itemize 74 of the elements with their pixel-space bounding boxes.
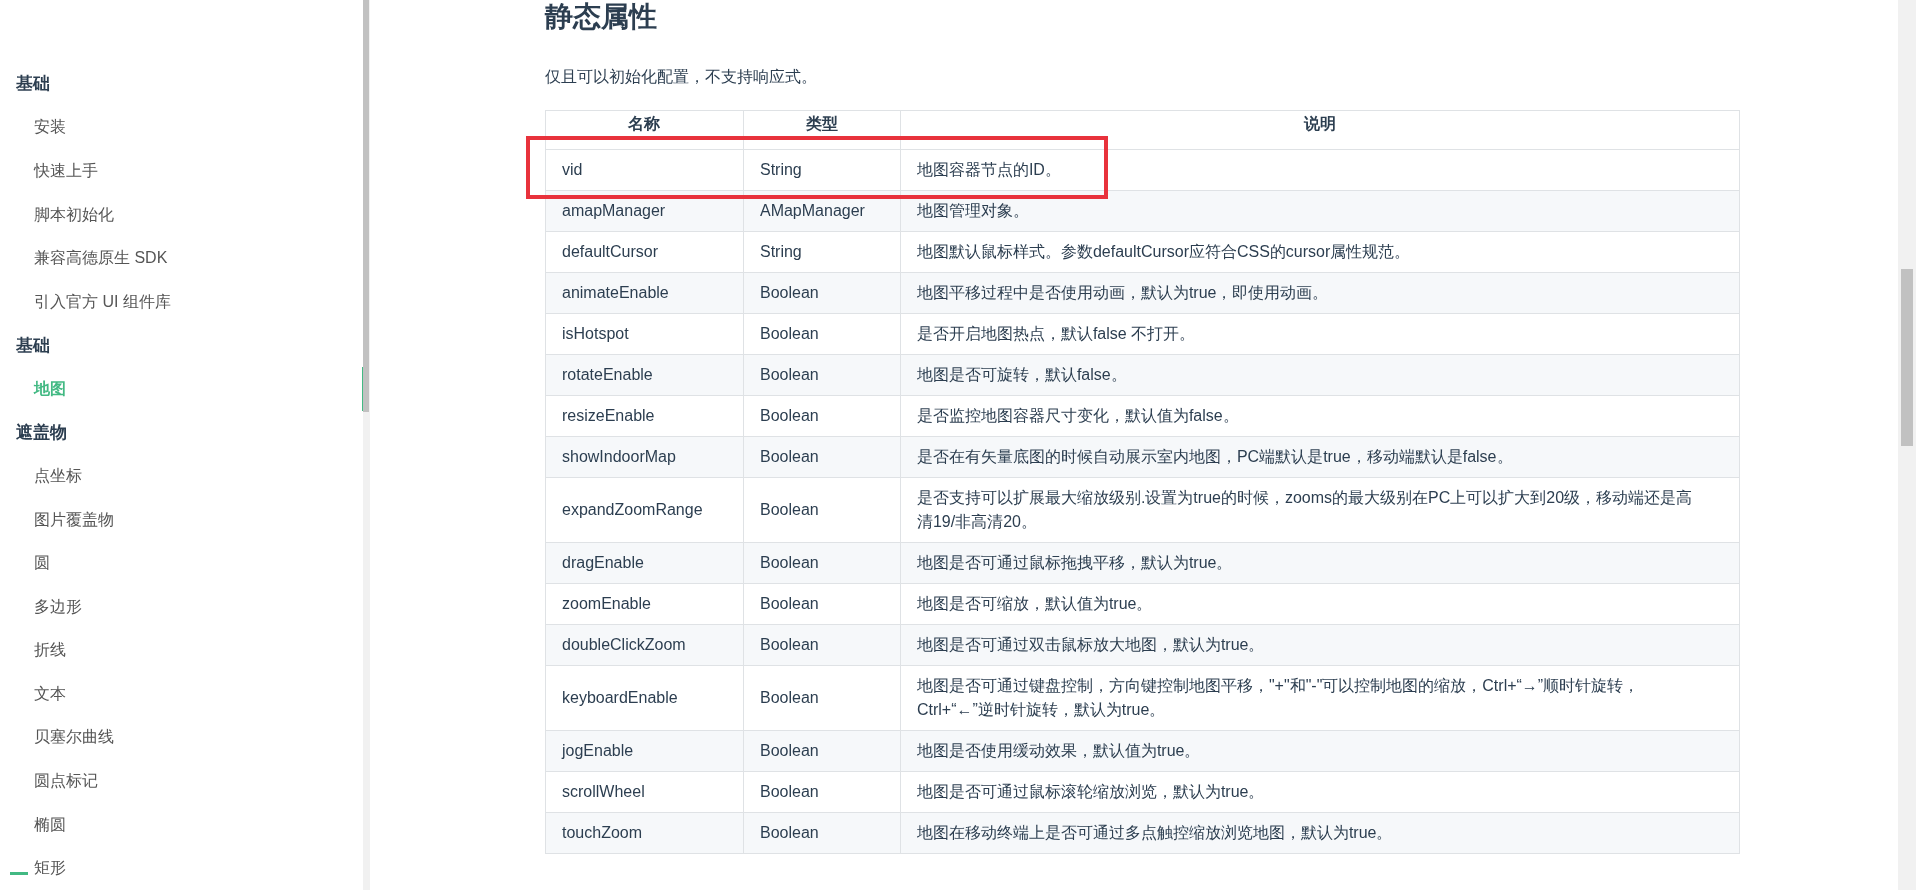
table-cell: Boolean: [759, 366, 819, 383]
table-cell: Boolean: [759, 407, 819, 424]
sidebar-item[interactable]: 脚本初始化: [0, 192, 363, 237]
table-cell: dragEnable: [562, 554, 644, 571]
sidebar-item[interactable]: 圆点标记: [0, 759, 363, 803]
table-cell: touchZoom: [562, 824, 643, 841]
table-cell: 地图在移动终端上是否可通过多点触控缩放浏览地图，默认为true。: [916, 824, 1393, 841]
table-cell: Boolean: [759, 325, 819, 342]
table-cell: 地图默认鼠标样式。参数defaultCursor应符合CSS的cursor属性规范。: [916, 243, 1411, 260]
sidebar-item[interactable]: 兼容高德原生 SDK: [0, 236, 363, 280]
scrollbar-thumb[interactable]: [1901, 269, 1913, 446]
indicator-mark: [10, 872, 28, 875]
table-cell: Boolean: [759, 448, 819, 465]
table-cell: 是否在有矢量底图的时候自动展示室内地图，PC端默认是true，移动端默认是false。: [916, 448, 1513, 465]
table-cell: String: [759, 243, 802, 260]
section-heading: 静态属性: [545, 0, 658, 34]
table-cell: 是否支持可以扩展最大缩放级别.设置为true的时候，zooms的最大级别在PC上可以扩大到20级，移动端还是高清19/非高清20。: [916, 489, 1693, 530]
table-cell: 地图是否使用缓动效果，默认值为true。: [916, 742, 1201, 759]
scrollbar-thumb[interactable]: [363, 0, 369, 412]
intro-text: 仅且可以初始化配置，不支持响应式。: [545, 67, 818, 87]
table-cell: expandZoomRange: [562, 501, 703, 518]
table-cell: 地图是否可通过鼠标拖拽平移，默认为true。: [916, 554, 1233, 571]
table-cell: zoomEnable: [562, 595, 651, 612]
table-cell: scrollWheel: [562, 783, 645, 800]
sidebar-item[interactable]: 图片覆盖物: [0, 497, 363, 542]
table-cell: Boolean: [759, 501, 819, 518]
sidebar-item[interactable]: 快速上手: [0, 149, 363, 193]
table-cell: keyboardEnable: [562, 689, 678, 706]
table-cell: defaultCursor: [562, 243, 659, 260]
table-cell: 地图是否可通过鼠标滚轮缩放浏览，默认为true。: [916, 783, 1265, 800]
table-cell: Boolean: [759, 689, 819, 706]
table-cell: 地图是否可通过键盘控制，方向键控制地图平移，"+"和"-"可以控制地图的缩放，Ctrl+“→”顺时针旋转，Ctrl+“←”逆时针旋转，默认为true。: [916, 677, 1640, 718]
table-cell: 地图平移过程中是否使用动画，默认为true，即使用动画。: [916, 284, 1329, 301]
table-cell: doubleClickZoom: [562, 636, 686, 653]
sidebar-group-title: 基础: [15, 334, 51, 357]
sidebar-item[interactable]: 圆: [0, 541, 363, 585]
table-cell: 地图是否可旋转，默认false。: [916, 366, 1127, 383]
sidebar-group-title: 基础: [15, 73, 51, 96]
table-cell: vid: [562, 161, 583, 178]
table-cell: Boolean: [759, 742, 819, 759]
table-cell: 是否开启地图热点，默认false 不打开。: [916, 325, 1196, 342]
table-cell: Boolean: [759, 595, 819, 612]
column-header: 说明: [900, 110, 1740, 150]
table-cell: Boolean: [759, 636, 819, 653]
column-header: 类型: [743, 110, 901, 150]
table-cell: Boolean: [759, 824, 819, 841]
table-cell: AMapManager: [759, 202, 865, 219]
sidebar-item[interactable]: 矩形: [0, 846, 363, 890]
table-cell: jogEnable: [562, 742, 634, 759]
table-cell: 地图管理对象。: [916, 202, 1029, 219]
table-cell: 地图是否可通过双击鼠标放大地图，默认为true。: [916, 636, 1265, 653]
column-header: 名称: [545, 110, 744, 150]
table-cell: String: [759, 161, 802, 178]
sidebar-item[interactable]: 椭圆: [0, 802, 363, 847]
sidebar-item[interactable]: 引入官方 UI 组件库: [0, 279, 363, 324]
sidebar-item[interactable]: 点坐标: [0, 454, 363, 498]
sidebar-group-title: 遮盖物: [15, 421, 68, 444]
sidebar-item[interactable]: 多边形: [0, 584, 363, 629]
table-cell: 地图是否可缩放，默认值为true。: [916, 595, 1153, 612]
table-cell: showIndoorMap: [562, 448, 676, 465]
sidebar-item[interactable]: 贝塞尔曲线: [0, 715, 363, 760]
table-cell: Boolean: [759, 554, 819, 571]
sidebar-item[interactable]: 安装: [0, 105, 363, 150]
table-cell: Boolean: [759, 783, 819, 800]
table-cell: 是否监控地图容器尺寸变化，默认值为false。: [916, 407, 1239, 424]
sidebar-item[interactable]: 折线: [0, 628, 363, 673]
table-cell: rotateEnable: [562, 366, 653, 383]
table-cell: amapManager: [562, 202, 666, 219]
table-cell: resizeEnable: [562, 407, 655, 424]
table-cell: animateEnable: [562, 284, 669, 301]
table-cell: 地图容器节点的ID。: [916, 161, 1061, 178]
table-cell: Boolean: [759, 284, 819, 301]
sidebar-item[interactable]: 文本: [0, 672, 363, 716]
table-cell: isHotspot: [562, 325, 629, 342]
